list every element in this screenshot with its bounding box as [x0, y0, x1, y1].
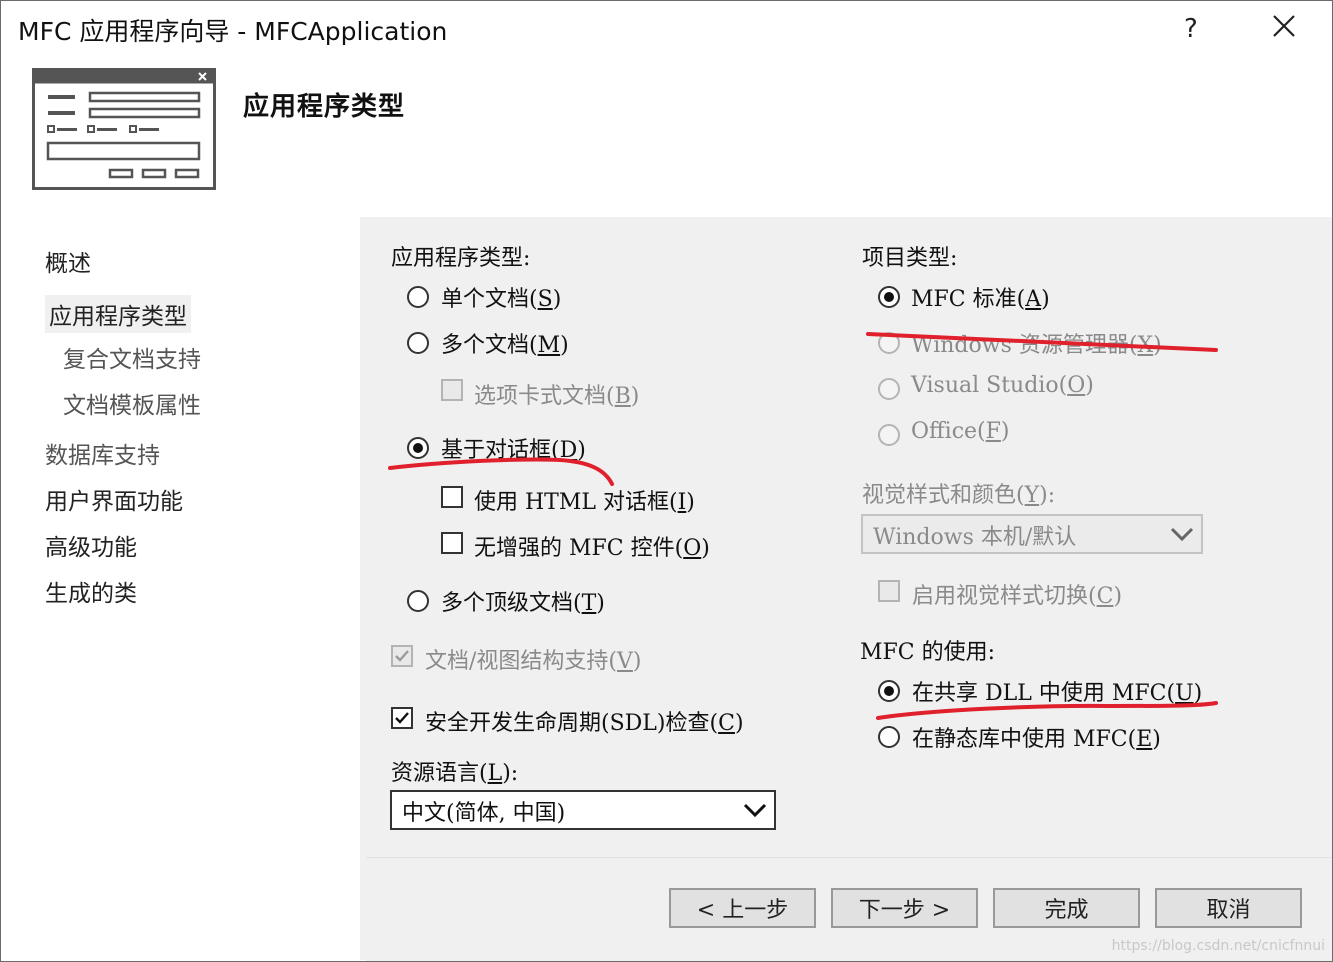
back-button[interactable]: < 上一步: [669, 888, 816, 928]
mfc-standard-label[interactable]: MFC 标准(A): [911, 281, 1050, 313]
no-enhanced-controls-label[interactable]: 无增强的 MFC 控件(O): [474, 530, 710, 562]
html-dialog-label[interactable]: 使用 HTML 对话框(I): [474, 484, 695, 516]
single-document-label[interactable]: 单个文档(S): [441, 281, 561, 313]
resource-language-value: 中文(简体, 中国): [402, 801, 566, 826]
sidebar-item-overview[interactable]: 概述: [45, 244, 91, 278]
sdl-checks-checkbox[interactable]: [391, 707, 413, 729]
multiple-documents-label[interactable]: 多个文档(M): [441, 327, 569, 359]
radio-selected-dot: [884, 292, 894, 302]
no-enhanced-controls-checkbox[interactable]: [441, 532, 463, 554]
radio-selected-dot: [413, 443, 423, 453]
sdl-checks-label[interactable]: 安全开发生命周期(SDL)检查(C): [425, 705, 744, 737]
resource-language-label: 资源语言(L):: [391, 761, 519, 786]
visual-style-select[interactable]: Windows 本机/默认: [861, 514, 1203, 554]
sidebar-item-generated-classes[interactable]: 生成的类: [45, 574, 137, 608]
single-document-radio[interactable]: [407, 286, 429, 308]
doc-view-label: 文档/视图结构支持(V): [425, 649, 642, 674]
resource-language-select[interactable]: 中文(简体, 中国): [390, 790, 776, 830]
sidebar-item-database[interactable]: 数据库支持: [45, 436, 160, 470]
visual-studio-label: Visual Studio(O): [911, 373, 1094, 398]
office-radio[interactable]: [878, 424, 900, 446]
sidebar-item-application-type[interactable]: 应用程序类型: [45, 295, 191, 333]
mfc-use-label: MFC 的使用:: [860, 640, 996, 665]
sidebar-item-document-template[interactable]: 文档模板属性: [63, 386, 201, 420]
watermark: https://blog.csdn.net/cnicfnnui: [1111, 938, 1325, 954]
windows-explorer-radio[interactable]: [878, 332, 900, 354]
multiple-top-level-label[interactable]: 多个顶级文档(T): [441, 585, 605, 617]
close-button[interactable]: [1272, 14, 1296, 45]
checkmark-icon: [395, 650, 409, 662]
shared-dll-label[interactable]: 在共享 DLL 中使用 MFC(U): [912, 675, 1202, 707]
checkmark-icon: [395, 712, 409, 724]
chevron-down-icon: [743, 803, 767, 818]
sidebar-item-advanced[interactable]: 高级功能: [45, 528, 137, 562]
visual-style-switch-checkbox[interactable]: [878, 580, 900, 602]
visual-style-switch-label: 启用视觉样式切换(C): [912, 584, 1123, 609]
visual-studio-radio[interactable]: [878, 378, 900, 400]
shared-dll-radio[interactable]: [878, 680, 900, 702]
cancel-button[interactable]: 取消: [1155, 888, 1302, 928]
dialog-based-label[interactable]: 基于对话框(D): [441, 432, 586, 464]
radio-selected-dot: [884, 686, 894, 696]
project-type-label: 项目类型:: [862, 246, 958, 271]
close-icon: [1273, 15, 1295, 37]
multiple-documents-radio[interactable]: [407, 332, 429, 354]
doc-view-checkbox[interactable]: [391, 645, 413, 667]
finish-button[interactable]: 完成: [993, 888, 1140, 928]
office-label: Office(F): [911, 419, 1010, 444]
html-dialog-checkbox[interactable]: [441, 486, 463, 508]
visual-style-label: 视觉样式和颜色(Y):: [862, 483, 1056, 508]
application-type-label: 应用程序类型:: [391, 246, 531, 271]
tabbed-documents-checkbox[interactable]: [441, 379, 463, 401]
tabbed-documents-label: 选项卡式文档(B): [474, 384, 640, 409]
mfc-standard-radio[interactable]: [878, 286, 900, 308]
static-library-label[interactable]: 在静态库中使用 MFC(E): [912, 721, 1161, 753]
page-title: 应用程序类型: [243, 92, 406, 122]
visual-style-value: Windows 本机/默认: [873, 525, 1077, 550]
next-button[interactable]: 下一步 >: [831, 888, 978, 928]
chevron-down-icon: [1170, 527, 1194, 542]
static-library-radio[interactable]: [878, 726, 900, 748]
dialog-based-radio[interactable]: [407, 437, 429, 459]
multiple-top-level-radio[interactable]: [407, 590, 429, 612]
wizard-dialog-icon: [32, 68, 216, 194]
sidebar-item-compound-document[interactable]: 复合文档支持: [63, 340, 201, 374]
window-title: MFC 应用程序向导 - MFCApplication: [18, 17, 448, 46]
sidebar-item-ui-features[interactable]: 用户界面功能: [45, 482, 183, 516]
help-button[interactable]: ?: [1184, 14, 1198, 44]
windows-explorer-label: Windows 资源管理器(X): [911, 333, 1162, 358]
